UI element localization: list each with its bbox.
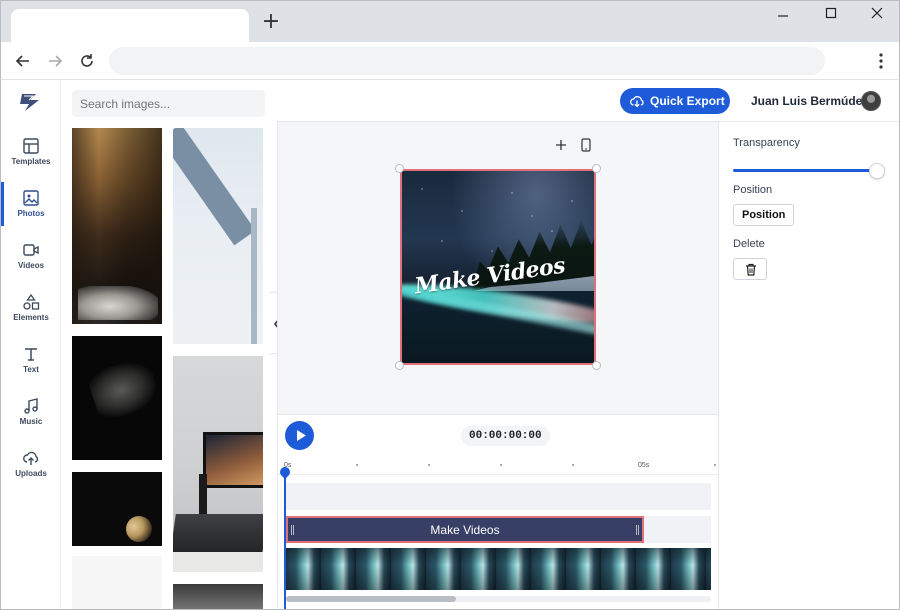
reload-icon[interactable]	[77, 51, 97, 71]
back-arrow-icon[interactable]	[13, 51, 33, 71]
avatar[interactable]	[861, 91, 881, 111]
leaf-image	[85, 355, 162, 423]
elements-icon	[23, 293, 40, 310]
laptop-image	[173, 514, 263, 554]
clip-trim-handle-right[interactable]	[636, 525, 639, 535]
quick-export-button[interactable]: Quick Export	[620, 88, 730, 114]
templates-icon	[23, 138, 39, 154]
moon-image	[126, 516, 152, 542]
delete-label: Delete	[733, 238, 765, 250]
photo-thumbnail[interactable]	[72, 472, 162, 546]
text-clip[interactable]: Make Videos	[286, 516, 644, 543]
trash-icon	[746, 263, 756, 276]
photos-icon	[23, 190, 39, 206]
nav-item-photos[interactable]: Photos	[1, 182, 61, 232]
device-preview-icon[interactable]	[581, 138, 591, 157]
left-nav: Templates Photos Videos Elements Text Mu…	[1, 80, 61, 609]
delete-button[interactable]	[733, 258, 767, 280]
play-icon	[297, 430, 306, 441]
editor-main: Make Videos 00:00:00:00 0s 05s Make Vide…	[277, 80, 719, 609]
music-icon	[24, 398, 38, 414]
resize-handle-bottom-right[interactable]	[592, 361, 601, 370]
desk-image	[173, 552, 263, 572]
nav-label: Photos	[17, 209, 45, 218]
playhead[interactable]	[284, 467, 286, 609]
ruler-mid-label: 05s	[638, 462, 650, 469]
videos-icon	[23, 244, 39, 256]
empty-track[interactable]	[286, 483, 711, 510]
browser-tab[interactable]	[11, 9, 249, 43]
timecode: 00:00:00:00	[461, 426, 550, 446]
timeline-ruler[interactable]: 0s 05s	[278, 455, 719, 475]
nav-label: Music	[19, 417, 43, 426]
nav-label: Text	[23, 365, 39, 374]
photo-thumbnail[interactable]	[72, 556, 162, 609]
uploads-icon	[23, 451, 39, 465]
resize-handle-top-left[interactable]	[395, 164, 404, 173]
maximize-icon[interactable]	[816, 7, 846, 27]
bridge-image	[173, 128, 256, 246]
nav-item-uploads[interactable]: Uploads	[1, 446, 61, 492]
nav-label: Elements	[13, 313, 49, 322]
new-tab-button[interactable]: +	[259, 11, 283, 35]
ruler-tick	[500, 464, 502, 466]
cloud-download-icon	[630, 96, 644, 108]
transparency-label: Transparency	[733, 137, 800, 149]
video-canvas[interactable]: Make Videos	[400, 169, 596, 365]
ruler-tick	[356, 464, 358, 466]
add-icon[interactable]	[555, 138, 567, 156]
editor-topbar: Quick Export Juan Luis Bermúdez	[277, 80, 899, 122]
close-icon[interactable]	[862, 7, 892, 27]
motorcycle-image	[78, 286, 158, 320]
photos-panel	[62, 80, 276, 609]
photo-thumbnail[interactable]	[173, 128, 263, 344]
search-images-input[interactable]	[72, 90, 265, 117]
video-clip-filmstrip[interactable]	[286, 548, 711, 590]
text-icon	[25, 348, 37, 361]
clip-trim-handle-left[interactable]	[291, 525, 294, 535]
browser-titlebar: +	[0, 0, 900, 43]
nav-item-music[interactable]: Music	[1, 394, 61, 440]
nav-label: Uploads	[15, 469, 47, 478]
photo-thumbnail[interactable]	[173, 356, 263, 572]
text-clip-label: Make Videos	[430, 523, 500, 537]
timeline-scrollbar[interactable]	[286, 596, 711, 602]
nav-item-videos[interactable]: Videos	[1, 238, 61, 284]
browser-toolbar	[0, 42, 900, 80]
resize-handle-bottom-left[interactable]	[395, 361, 404, 370]
timeline: 00:00:00:00 0s 05s Make Videos	[278, 414, 719, 609]
nav-item-elements[interactable]: Elements	[1, 290, 61, 336]
resize-handle-top-right[interactable]	[592, 164, 601, 173]
play-button[interactable]	[285, 421, 314, 450]
user-name[interactable]: Juan Luis Bermúdez	[751, 94, 868, 108]
photo-thumbnail[interactable]	[72, 336, 162, 460]
more-vert-icon[interactable]	[877, 51, 885, 71]
app-logo[interactable]	[16, 90, 44, 114]
photo-thumbnail[interactable]	[173, 584, 263, 609]
monitor-image	[203, 432, 263, 488]
video-editor-app: Templates Photos Videos Elements Text Mu…	[0, 80, 900, 610]
transparency-slider[interactable]	[733, 163, 885, 179]
ruler-tick	[572, 464, 574, 466]
timeline-scrollbar-thumb[interactable]	[286, 596, 456, 602]
minimize-icon[interactable]	[768, 7, 798, 27]
nav-label: Templates	[11, 157, 51, 166]
ruler-tick	[714, 464, 716, 466]
nav-item-text[interactable]: Text	[1, 342, 61, 388]
forward-arrow-icon[interactable]	[45, 51, 65, 71]
slider-rail	[733, 169, 883, 172]
address-bar[interactable]	[109, 47, 825, 75]
ruler-tick	[428, 464, 430, 466]
properties-panel: Transparency Position Position Delete	[718, 122, 899, 609]
position-label: Position	[733, 184, 773, 196]
photo-thumbnail[interactable]	[72, 128, 162, 324]
quick-export-label: Quick Export	[650, 94, 725, 108]
slider-knob[interactable]	[869, 163, 885, 179]
nav-item-templates[interactable]: Templates	[1, 134, 61, 180]
position-button[interactable]: Position	[733, 204, 795, 226]
nav-label: Videos	[17, 261, 45, 270]
bridge-tower-image	[251, 208, 257, 344]
